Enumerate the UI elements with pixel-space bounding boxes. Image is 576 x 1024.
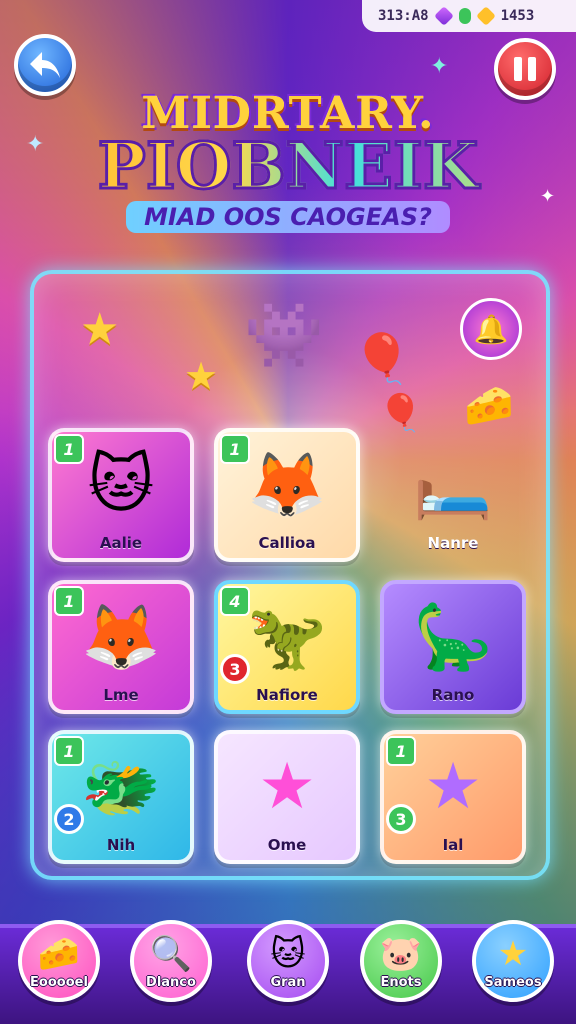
cheese-icon: 🧀: [464, 383, 514, 429]
tile-label: Aalie: [99, 534, 143, 552]
tile-label: Nafiore: [256, 686, 318, 704]
nav-label: Enots: [380, 975, 422, 990]
gem-icon: [433, 6, 454, 26]
cheese-icon: 🧀: [37, 934, 81, 974]
level-tile[interactable]: 1 🦊 Callioa: [214, 428, 360, 562]
level-tile[interactable]: 1 🐱 Aalie: [48, 428, 194, 562]
tile-label: Ial: [442, 836, 464, 854]
purple-star-icon: ★: [424, 750, 482, 824]
score-text: 313:A8: [378, 8, 429, 24]
tile-label: Ome: [267, 836, 307, 854]
magnifier-icon: 🔍: [149, 934, 193, 974]
nav-button-5[interactable]: ★ Sameos: [472, 920, 554, 1002]
cat-on-cake-icon: 🐱: [87, 448, 155, 522]
nav-label: Dlanco: [146, 975, 196, 990]
back-arrow-icon: [30, 52, 60, 78]
game-title: MIDRTARY. PIOBNEIK MIAD OOS CAOGEAS?: [0, 88, 576, 233]
nav-button-4[interactable]: 🐷 Enots: [360, 920, 442, 1002]
level-tile[interactable]: 4 3 🦖 Nafiore: [214, 580, 360, 714]
nav-label: Gran: [270, 975, 306, 990]
fox-character-icon: 🦊: [247, 448, 327, 523]
nav-label: Eooooel: [30, 975, 88, 990]
green-dino-icon: 🦖: [247, 600, 327, 675]
pause-icon: [514, 57, 536, 81]
level-tile[interactable]: ★ Ome: [214, 730, 360, 864]
nav-button-1[interactable]: 🧀 Eooooel: [18, 920, 100, 1002]
tile-label: Rano: [431, 686, 475, 704]
fox-on-skateboard-icon: 🦊: [81, 600, 161, 675]
tile-label: Callioa: [258, 534, 316, 552]
carrot-balloon-icon: 🎈: [352, 331, 412, 387]
coin-count: 1453: [500, 8, 535, 24]
tile-label: Nih: [106, 836, 136, 854]
title-line-2: PIOBNEIK: [0, 133, 576, 200]
gold-coin-icon: [475, 6, 496, 26]
tile-label: Lme: [103, 686, 139, 704]
back-button[interactable]: [14, 34, 76, 96]
pink-dino-icon: 🐲: [81, 750, 161, 825]
level-tile[interactable]: 🦕 Rano: [380, 580, 526, 714]
star-icon: ★: [80, 304, 120, 355]
pink-star-icon: ★: [258, 750, 316, 824]
sparkle-icon: ✦: [430, 54, 449, 79]
currency-bar: 313:A8 1453: [362, 0, 576, 32]
bottom-nav: 🧀 Eooooel 🔍 Dlanco 🐱 Gran 🐷 Enots ★ Same…: [0, 920, 576, 1024]
green-coin-icon: [458, 8, 471, 24]
nav-button-3[interactable]: 🐱 Gran: [247, 920, 329, 1002]
level-tile[interactable]: 1 2 🐲 Nih: [48, 730, 194, 864]
bed-toy-icon: 🛏️: [413, 448, 493, 523]
bell-bubble-icon[interactable]: 🔔: [460, 298, 522, 360]
pig-icon: 🐷: [379, 934, 423, 974]
slime-creature-icon: 🦕: [413, 600, 493, 675]
nav-button-2[interactable]: 🔍 Dlanco: [130, 920, 212, 1002]
tile-label: Nanre: [427, 534, 479, 552]
blue-monster-icon: 👾: [244, 299, 324, 373]
nav-label: Sameos: [484, 975, 542, 990]
cat-icon: 🐱: [270, 934, 306, 974]
level-tile[interactable]: 1 🦊 Lme: [48, 580, 194, 714]
star-icon: ★: [184, 354, 219, 398]
star-icon: ★: [497, 934, 529, 974]
level-board: ★ ★ 👾 🎈 🎈 🔔 🧀 1 🐱 Aalie 1 🦊 Callioa 🛏️ N…: [30, 270, 550, 880]
level-tile[interactable]: 🛏️ Nanre: [380, 428, 526, 562]
title-subtitle: MIAD OOS CAOGEAS?: [126, 201, 450, 233]
level-tile[interactable]: 1 3 ★ Ial: [380, 730, 526, 864]
